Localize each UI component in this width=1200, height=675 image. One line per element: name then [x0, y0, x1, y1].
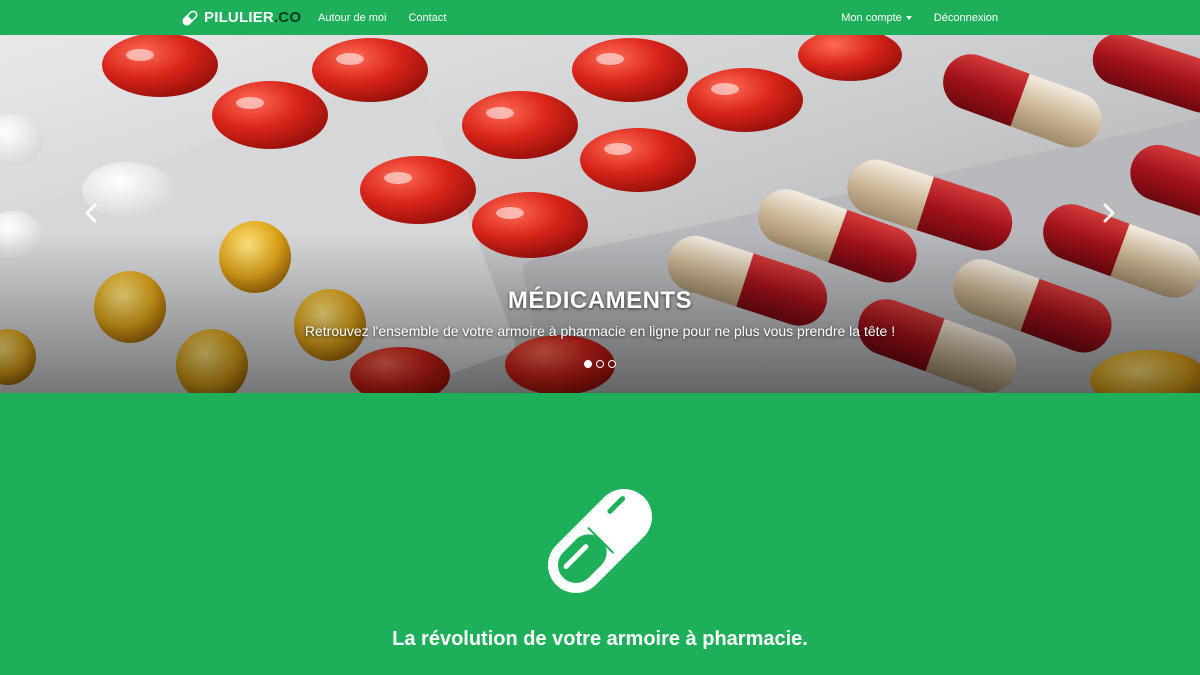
nav-link-contact[interactable]: Contact — [408, 12, 446, 24]
carousel-indicator-1[interactable] — [584, 360, 592, 368]
carousel: MÉDICAMENTS Retrouvez l'ensemble de votr… — [0, 35, 1200, 393]
account-dropdown-label: Mon compte — [841, 11, 902, 24]
brand-logo[interactable]: PILULIER.CO — [180, 0, 301, 35]
navbar: PILULIER.CO Autour de moi Contact Mon co… — [0, 0, 1200, 35]
nav-right: Mon compte Déconnexion — [841, 0, 998, 35]
carousel-next-button[interactable] — [1096, 201, 1120, 225]
nav-left: Autour de moi Contact — [318, 0, 446, 35]
logout-link[interactable]: Déconnexion — [934, 12, 998, 24]
carousel-slide-image — [0, 35, 1200, 393]
caret-down-icon — [905, 15, 912, 20]
carousel-prev-button[interactable] — [80, 201, 104, 225]
hero-section: La révolution de votre armoire à pharmac… — [0, 393, 1200, 675]
carousel-indicator-2[interactable] — [596, 360, 604, 368]
carousel-caption: MÉDICAMENTS Retrouvez l'ensemble de votr… — [0, 287, 1200, 339]
hero-tagline: La révolution de votre armoire à pharmac… — [392, 628, 808, 650]
brand-name: PILULIER.CO — [204, 9, 302, 26]
carousel-subtitle: Retrouvez l'ensemble de votre armoire à … — [304, 323, 896, 339]
chevron-left-icon — [85, 203, 97, 223]
carousel-indicators — [0, 360, 1200, 368]
pill-icon — [182, 10, 198, 25]
account-dropdown[interactable]: Mon compte — [841, 12, 912, 24]
chevron-right-icon — [1103, 203, 1115, 223]
carousel-indicator-3[interactable] — [608, 360, 616, 368]
carousel-title: MÉDICAMENTS — [507, 287, 693, 314]
pill-icon — [547, 488, 653, 594]
nav-link-autour-de-moi[interactable]: Autour de moi — [318, 12, 386, 24]
